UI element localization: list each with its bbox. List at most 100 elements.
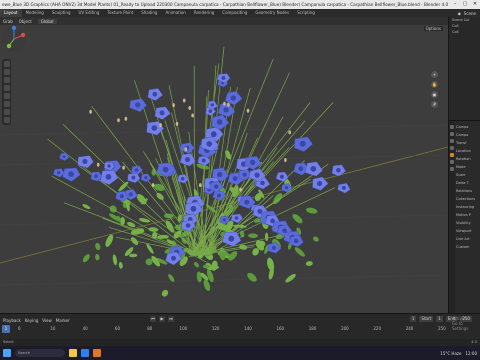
property-row[interactable]: Campa: [456, 131, 480, 139]
tab-uv-editing[interactable]: UV Editing: [75, 9, 104, 17]
modifier-tab-icon[interactable]: [450, 160, 454, 164]
browser-icon[interactable]: [81, 349, 89, 357]
timeline-ruler[interactable]: 0 10 40 60 80 100 120 140 160 180 200 220 240 250: [0, 326, 448, 334]
property-row[interactable]: Line Art: [456, 235, 480, 243]
tab-animation[interactable]: Animation: [161, 9, 189, 17]
tab-compositing[interactable]: Compositing: [218, 9, 251, 17]
property-row[interactable]: Delta T: [456, 179, 480, 187]
bellflower-plant[interactable]: [47, 46, 351, 298]
timeline-panel: Playback Keying View Marker ⏮ ▶ ⏭ 1 Star…: [0, 313, 480, 339]
ruler-tick-label: 100: [179, 326, 188, 331]
tab-scripting[interactable]: Scripting: [293, 9, 319, 17]
viewport-header: Grab Object Global: [0, 17, 448, 25]
properties-tabs: [449, 121, 455, 313]
property-row[interactable]: Mode: [456, 163, 480, 171]
measure-tool-icon[interactable]: [3, 117, 10, 123]
property-row[interactable]: Collections: [456, 195, 480, 203]
flower-bud: [122, 165, 125, 170]
tab-layout[interactable]: Layout: [0, 9, 22, 17]
leaf: [248, 233, 258, 239]
current-frame-field[interactable]: 1: [409, 316, 417, 322]
property-row[interactable]: Location: [456, 147, 480, 155]
tab-sculpting[interactable]: Sculpting: [48, 9, 75, 17]
tab-rendering[interactable]: Rendering: [190, 9, 218, 17]
pan-hand-icon[interactable]: ✋: [431, 81, 438, 88]
maximize-icon[interactable]: ▢: [460, 0, 470, 9]
property-row[interactable]: Viewport: [456, 227, 480, 235]
taskbar-search[interactable]: Search: [15, 349, 65, 357]
scene-icon: ◆: [457, 10, 461, 16]
file-explorer-icon[interactable]: [69, 349, 77, 357]
outliner-row[interactable]: Coll: [449, 29, 480, 35]
flower-bud: [151, 183, 155, 188]
leaf: [95, 254, 100, 261]
cursor-tool-icon[interactable]: [3, 69, 10, 75]
bloom-center: [234, 216, 239, 220]
orientation-dropdown[interactable]: Global: [37, 18, 57, 24]
start-frame-field[interactable]: 1: [436, 316, 443, 322]
timeline-menu-keying[interactable]: Keying: [25, 318, 38, 323]
flower-bud: [96, 162, 100, 167]
camera-icon[interactable]: ▣: [431, 91, 438, 98]
timeline-menu-marker[interactable]: Marker: [56, 318, 70, 323]
tab-texture-paint[interactable]: Texture Paint: [103, 9, 137, 17]
close-icon[interactable]: ✕: [470, 0, 480, 9]
scale-tool-icon[interactable]: [3, 93, 10, 99]
ruler-tick-label: 200: [341, 326, 349, 331]
bloom-center: [134, 168, 139, 172]
stem: [150, 97, 201, 256]
rotate-tool-icon[interactable]: [3, 85, 10, 91]
scene-selector[interactable]: ◆ Scene: [458, 9, 480, 17]
grid-icon[interactable]: #: [431, 101, 438, 108]
header-menu-object[interactable]: Object: [19, 19, 32, 24]
flower-bud: [246, 108, 250, 113]
property-row[interactable]: Motion P: [456, 211, 480, 219]
material-tab-icon[interactable]: [450, 167, 454, 171]
annotate-tool-icon[interactable]: [3, 109, 10, 115]
tab-shading[interactable]: Shading: [137, 9, 161, 17]
transform-tool-icon[interactable]: [3, 101, 10, 107]
navigation-gizmo[interactable]: [0, 25, 28, 53]
version-label: 4.0: [471, 340, 477, 344]
property-row[interactable]: Visibility: [456, 219, 480, 227]
property-row[interactable]: Custom: [456, 243, 480, 251]
flower-bud: [89, 109, 92, 114]
property-row[interactable]: Relations: [456, 187, 480, 195]
tab-modeling[interactable]: Modeling: [22, 9, 48, 17]
property-row[interactable]: Rotation: [456, 155, 480, 163]
property-row[interactable]: Scale: [456, 171, 480, 179]
blender-icon[interactable]: [93, 349, 101, 357]
leaf: [109, 205, 117, 213]
tool-tab-icon[interactable]: [450, 125, 454, 129]
options-dropdown[interactable]: Options: [423, 26, 443, 31]
bloom-center: [162, 166, 169, 173]
timeline-menu-playback[interactable]: Playback: [3, 318, 21, 323]
playhead[interactable]: 1: [2, 325, 10, 333]
bloom-center: [293, 238, 299, 244]
outliner-panel: Scene Col Coll Coll: [448, 17, 480, 120]
output-tab-icon[interactable]: [450, 139, 454, 143]
tab-geometry-nodes[interactable]: Geometry Nodes: [251, 9, 293, 17]
minimize-icon[interactable]: –: [450, 0, 460, 9]
property-row[interactable]: Transf: [456, 139, 480, 147]
3d-viewport[interactable]: Options + ✋ ▣ #: [0, 25, 448, 313]
object-tab-icon[interactable]: [450, 153, 454, 157]
flower-bud: [188, 106, 191, 110]
move-tool-icon[interactable]: [3, 77, 10, 83]
play-icon[interactable]: ▶: [159, 316, 165, 322]
viewport-scene: [0, 46, 448, 298]
header-menu-grab[interactable]: Grab: [3, 19, 13, 24]
property-row[interactable]: Instancing: [456, 203, 480, 211]
scene-tab-icon[interactable]: [450, 146, 454, 150]
timeline-menu-view[interactable]: View: [42, 318, 52, 323]
zoom-icon[interactable]: +: [431, 71, 438, 78]
start-icon[interactable]: [3, 349, 11, 357]
render-tab-icon[interactable]: [450, 132, 454, 136]
select-tool-icon[interactable]: [3, 61, 10, 67]
jump-start-icon[interactable]: ⏮: [150, 316, 156, 322]
start-label: Start: [419, 316, 434, 322]
property-row[interactable]: Campa: [456, 123, 480, 131]
bloom-center: [214, 184, 219, 189]
jump-end-icon[interactable]: ⏭: [168, 316, 174, 322]
leaf: [161, 289, 169, 297]
